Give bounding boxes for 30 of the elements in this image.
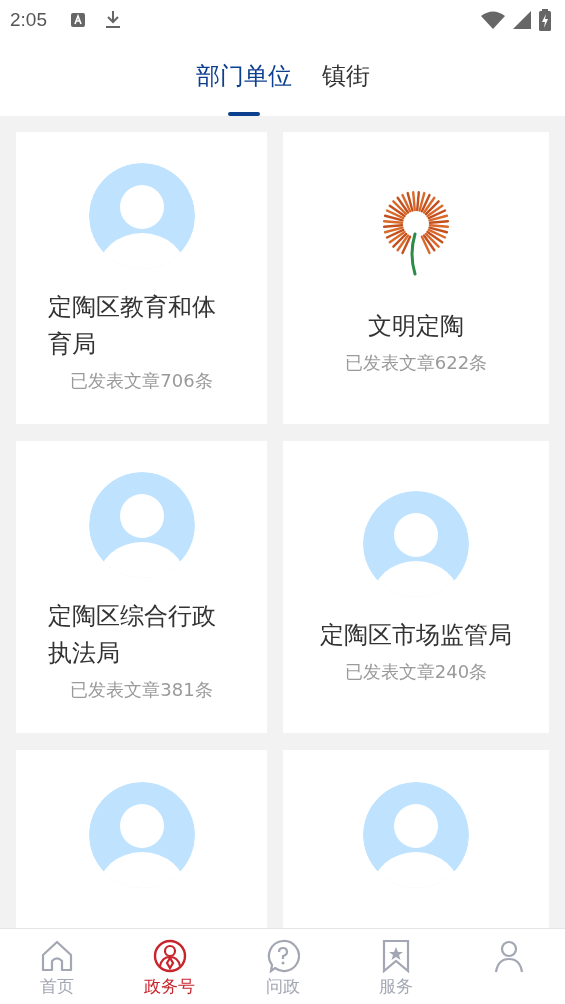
- avatar-icon: [363, 782, 469, 888]
- tab[interactable]: 部门单位: [195, 40, 292, 116]
- question-icon: [265, 939, 300, 973]
- article-count: 已发表文章381条: [70, 678, 213, 702]
- signal-icon: [513, 11, 531, 29]
- account-card[interactable]: 定陶区市场监管局 已发表文章240条: [283, 441, 549, 733]
- avatar-icon: [363, 490, 469, 597]
- article-count: 已发表文章622条: [344, 350, 488, 375]
- account-name: 定陶区综合行政执法局: [48, 601, 217, 669]
- account-card[interactable]: 文明定陶 已发表文章622条: [283, 132, 549, 424]
- wifi-icon: [481, 11, 505, 29]
- article-count: 已发表文章240条: [344, 659, 488, 684]
- avatar-icon: [88, 472, 195, 578]
- account-card[interactable]: 定陶区综合行政执法局 已发表文章381条: [16, 441, 267, 733]
- download-icon: [105, 11, 121, 29]
- tab-indicator: [227, 112, 260, 116]
- avatar-icon: [88, 782, 195, 888]
- account-name: 文明定陶: [368, 310, 464, 342]
- article-count: 已发表文章706条: [70, 369, 213, 393]
- status-time: 2:05: [10, 9, 47, 31]
- home-icon: [39, 939, 74, 973]
- account-card[interactable]: 定陶区教育和体育局 已发表文章706条: [16, 132, 267, 424]
- nav-tab[interactable]: 政务号: [113, 929, 226, 1004]
- battery-icon: [539, 9, 551, 31]
- avatar-icon: [88, 163, 195, 269]
- keyboard-icon: [71, 13, 85, 27]
- person-badge-icon: [152, 939, 187, 973]
- account-name: 定陶区教育和体育局: [48, 292, 217, 360]
- tab[interactable]: 镇街: [321, 40, 370, 116]
- account-name: 定陶区市场监管局: [320, 619, 512, 651]
